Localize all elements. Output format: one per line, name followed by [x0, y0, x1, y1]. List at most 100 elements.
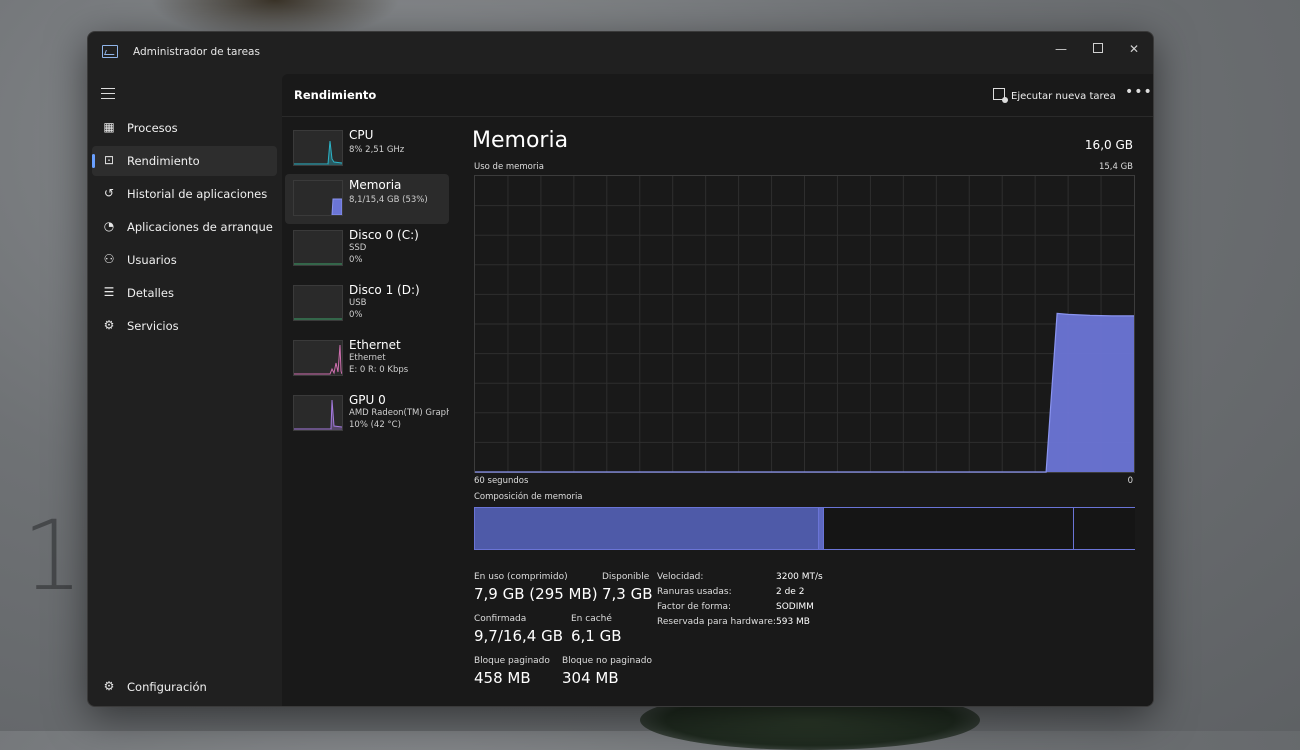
hardware-reserved-value: 593 MB [776, 617, 810, 627]
cpu-thumbnail-graph [293, 130, 343, 166]
device-detail: 8% 2,51 GHz [349, 145, 405, 155]
window-title: Administrador de tareas [133, 46, 260, 58]
device-item-memory[interactable]: Memoria 8,1/15,4 GB (53%) [285, 174, 449, 224]
device-detail: AMD Radeon(TM) Graphics [349, 408, 449, 418]
sidebar-item-performance[interactable]: ⊡ Rendimiento [92, 146, 277, 176]
device-name: Disco 0 (C:) [349, 228, 419, 242]
performance-panel: Rendimiento Ejecutar nueva tarea ••• CPU… [282, 74, 1153, 706]
graph-axis-right-label: 0 [1127, 476, 1133, 486]
memory-thumbnail-graph [293, 180, 343, 216]
form-factor-label: Factor de forma: [657, 602, 732, 612]
ethernet-thumbnail-svg [294, 344, 342, 375]
paged-pool-label: Bloque paginado [474, 656, 550, 666]
sidebar-item-startup-apps[interactable]: ◔ Aplicaciones de arranque [92, 212, 277, 242]
performance-chart-icon: ⊡ [103, 153, 115, 167]
composition-segment-in-use[interactable] [475, 508, 818, 549]
close-button[interactable]: ✕ [1116, 36, 1152, 62]
run-new-task-button[interactable]: Ejecutar nueva tarea [993, 88, 1116, 103]
cached-value: 6,1 GB [571, 627, 622, 645]
device-detail: 0% [349, 310, 363, 320]
memory-total: 16,0 GB [1084, 138, 1133, 152]
slots-used-value: 2 de 2 [776, 587, 805, 597]
header-divider [282, 116, 1153, 117]
task-manager-app-icon [102, 45, 118, 58]
memory-usage-max: 15,4 GB [1098, 162, 1133, 172]
device-detail: SSD [349, 243, 367, 253]
sidebar-item-label: Aplicaciones de arranque [127, 220, 273, 234]
sidebar-item-app-history[interactable]: ↺ Historial de aplicaciones [92, 179, 277, 209]
device-detail: Ethernet [349, 353, 386, 363]
device-name: Memoria [349, 178, 402, 192]
maximize-button[interactable] [1080, 36, 1116, 62]
device-name: Ethernet [349, 338, 401, 352]
device-name: Disco 1 (D:) [349, 283, 420, 297]
minimize-button[interactable]: — [1043, 36, 1079, 62]
gpu-thumbnail-graph [293, 395, 343, 431]
users-icon: ⚇ [103, 252, 115, 266]
memory-usage-chart [475, 176, 1134, 473]
device-detail: E: 0 R: 0 Kbps [349, 365, 409, 375]
composition-segment-free[interactable] [1073, 508, 1135, 549]
more-options-icon[interactable]: ••• [1125, 84, 1153, 100]
disk0-thumbnail-svg [294, 263, 342, 265]
in-use-label: En uso (comprimido) [474, 572, 568, 582]
device-item-cpu[interactable]: CPU 8% 2,51 GHz [285, 124, 449, 174]
speed-label: Velocidad: [657, 572, 704, 582]
device-detail: 8,1/15,4 GB (53%) [349, 195, 428, 205]
startup-gauge-icon: ◔ [103, 219, 115, 233]
gpu-thumbnail-svg [294, 399, 342, 430]
cpu-thumbnail-svg [294, 140, 342, 165]
in-use-value: 7,9 GB (295 MB) [474, 585, 598, 603]
available-value: 7,3 GB [602, 585, 653, 603]
task-manager-window: Administrador de tareas — ✕ ▦ Procesos ⊡… [87, 31, 1154, 707]
sidebar-item-users[interactable]: ⚇ Usuarios [92, 245, 277, 275]
run-task-icon [993, 88, 1008, 103]
sidebar: ▦ Procesos ⊡ Rendimiento ↺ Historial de … [88, 74, 282, 706]
nonpaged-pool-label: Bloque no paginado [562, 656, 652, 666]
speed-value: 3200 MT/s [776, 572, 823, 582]
maximize-icon [1093, 43, 1103, 53]
history-icon: ↺ [103, 186, 115, 200]
device-item-disk0[interactable]: Disco 0 (C:) SSD 0% [285, 224, 449, 274]
disk1-thumbnail-graph [293, 285, 343, 321]
paged-pool-value: 458 MB [474, 669, 531, 687]
sidebar-item-label: Servicios [127, 319, 179, 333]
sidebar-item-label: Usuarios [127, 253, 177, 267]
memory-composition-bar [474, 507, 1135, 550]
memory-usage-graph [474, 175, 1135, 473]
memory-composition-label: Composición de memoria [474, 492, 583, 502]
sidebar-item-label: Procesos [127, 121, 178, 135]
nonpaged-pool-value: 304 MB [562, 669, 619, 687]
sidebar-item-label: Detalles [127, 286, 174, 300]
sidebar-item-processes[interactable]: ▦ Procesos [92, 113, 277, 143]
sidebar-item-services[interactable]: ⚙ Servicios [92, 311, 277, 341]
hamburger-menu-icon[interactable] [101, 88, 115, 103]
details-list-icon: ☰ [103, 285, 115, 299]
sidebar-item-label: Configuración [127, 680, 207, 694]
composition-segment-standby[interactable] [822, 508, 1075, 549]
disk0-thumbnail-graph [293, 230, 343, 266]
page-title: Rendimiento [294, 88, 377, 102]
memory-title: Memoria [472, 128, 569, 153]
sidebar-item-settings[interactable]: ⚙ Configuración [92, 672, 277, 702]
device-detail: USB [349, 298, 367, 308]
device-item-disk1[interactable]: Disco 1 (D:) USB 0% [285, 279, 449, 329]
sidebar-item-label: Historial de aplicaciones [127, 187, 268, 201]
run-new-task-label: Ejecutar nueva tarea [1011, 91, 1116, 102]
device-item-ethernet[interactable]: Ethernet Ethernet E: 0 R: 0 Kbps [285, 334, 449, 384]
hardware-reserved-label: Reservada para hardware: [657, 617, 776, 627]
title-bar[interactable]: Administrador de tareas — ✕ [88, 32, 1153, 74]
available-label: Disponible [602, 572, 650, 582]
cached-label: En caché [571, 614, 612, 624]
settings-gear-icon: ⚙ [103, 679, 115, 693]
device-item-gpu0[interactable]: GPU 0 AMD Radeon(TM) Graphics 10% (42 °C… [285, 389, 449, 439]
sidebar-item-details[interactable]: ☰ Detalles [92, 278, 277, 308]
device-detail: 0% [349, 255, 363, 265]
graph-axis-left-label: 60 segundos [474, 476, 529, 486]
device-name: GPU 0 [349, 393, 386, 407]
committed-value: 9,7/16,4 GB [474, 627, 563, 645]
committed-label: Confirmada [474, 614, 527, 624]
sidebar-item-label: Rendimiento [127, 154, 200, 168]
disk1-thumbnail-svg [294, 318, 342, 320]
slots-used-label: Ranuras usadas: [657, 587, 732, 597]
